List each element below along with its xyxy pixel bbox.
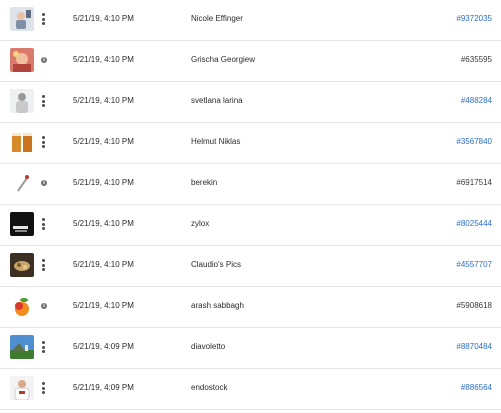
- thumbnail-image[interactable]: [10, 253, 34, 277]
- list-item[interactable]: i 5/21/19, 4:10 PM Grischa Georgiew #635…: [0, 41, 501, 82]
- list-item[interactable]: 5/21/19, 4:10 PM Helmut Niklas #3567840: [0, 123, 501, 164]
- contributor-name: svetlana larina: [191, 96, 243, 105]
- more-options-icon[interactable]: [39, 340, 49, 354]
- contributor-name: Helmut Niklas: [191, 137, 241, 146]
- contributor-name: zylox: [191, 219, 210, 228]
- order-id-link[interactable]: #9372035: [456, 14, 492, 23]
- order-id: #635595: [460, 55, 492, 64]
- list-item[interactable]: 5/21/19, 4:10 PM svetlana larina #488284: [0, 82, 501, 123]
- more-options-icon[interactable]: [39, 135, 49, 149]
- order-id-link[interactable]: #3567840: [456, 137, 492, 146]
- info-icon[interactable]: i: [41, 303, 47, 309]
- contributor-name: Nicole Effinger: [191, 14, 243, 23]
- order-id-link[interactable]: #8870484: [456, 342, 492, 351]
- thumbnail-image[interactable]: [10, 130, 34, 154]
- date-text: 5/21/19, 4:10 PM: [73, 96, 134, 105]
- list-item[interactable]: 5/21/19, 4:09 PM endostock #886564: [0, 369, 501, 410]
- date-text: 5/21/19, 4:10 PM: [73, 178, 134, 187]
- date-text: 5/21/19, 4:10 PM: [73, 55, 134, 64]
- more-options-icon[interactable]: [39, 381, 49, 395]
- list-item[interactable]: 5/21/19, 4:10 PM zylox #8025444: [0, 205, 501, 246]
- thumbnail-image[interactable]: [10, 7, 34, 31]
- date-text: 5/21/19, 4:10 PM: [73, 301, 134, 310]
- info-icon[interactable]: i: [41, 180, 47, 186]
- list-item[interactable]: 5/21/19, 4:09 PM diavoletto #8870484: [0, 328, 501, 369]
- asset-list: 5/21/19, 4:10 PM Nicole Effinger #937203…: [0, 0, 501, 413]
- date-text: 5/21/19, 4:09 PM: [73, 342, 134, 351]
- order-id: #5908618: [456, 301, 492, 310]
- order-id: #6917514: [456, 178, 492, 187]
- contributor-name: Grischa Georgiew: [191, 55, 256, 64]
- date-text: 5/21/19, 4:10 PM: [73, 14, 134, 23]
- thumbnail-image[interactable]: [10, 171, 34, 195]
- thumbnail-image[interactable]: [10, 48, 34, 72]
- date-text: 5/21/19, 4:10 PM: [73, 260, 134, 269]
- list-item[interactable]: i 5/21/19, 4:10 PM berekin #6917514: [0, 164, 501, 205]
- date-text: 5/21/19, 4:10 PM: [73, 137, 134, 146]
- contributor-name: diavoletto: [191, 342, 226, 351]
- more-options-icon[interactable]: [39, 12, 49, 26]
- date-text: 5/21/19, 4:09 PM: [73, 383, 134, 392]
- list-item[interactable]: 5/21/19, 4:10 PM Claudio's Pics #4557707: [0, 246, 501, 287]
- order-id-link[interactable]: #8025444: [456, 219, 492, 228]
- contributor-name: endostock: [191, 383, 228, 392]
- order-id-link[interactable]: #488284: [461, 96, 492, 105]
- more-options-icon[interactable]: [39, 258, 49, 272]
- more-options-icon[interactable]: [39, 94, 49, 108]
- order-id-link[interactable]: #886564: [461, 383, 492, 392]
- list-item[interactable]: i 5/21/19, 4:10 PM arash sabbagh #590861…: [0, 287, 501, 328]
- date-text: 5/21/19, 4:10 PM: [73, 219, 134, 228]
- thumbnail-image[interactable]: [10, 294, 34, 318]
- more-options-icon[interactable]: [39, 217, 49, 231]
- contributor-name: Claudio's Pics: [191, 260, 241, 269]
- thumbnail-image[interactable]: [10, 89, 34, 113]
- info-icon[interactable]: i: [41, 57, 47, 63]
- list-item[interactable]: 5/21/19, 4:10 PM Nicole Effinger #937203…: [0, 0, 501, 41]
- contributor-name: berekin: [191, 178, 218, 187]
- contributor-name: arash sabbagh: [191, 301, 244, 310]
- order-id-link[interactable]: #4557707: [456, 260, 492, 269]
- thumbnail-image[interactable]: [10, 335, 34, 359]
- thumbnail-image[interactable]: [10, 376, 34, 400]
- thumbnail-image[interactable]: [10, 212, 34, 236]
